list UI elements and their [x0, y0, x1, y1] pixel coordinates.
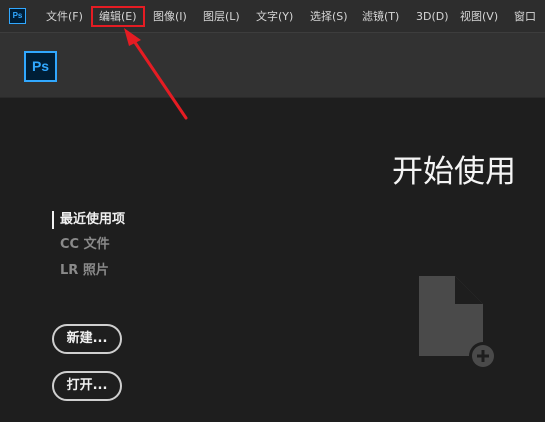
plus-circle-icon — [469, 342, 497, 370]
nav-cc-files[interactable]: CC 文件 — [60, 236, 110, 254]
menu-3d[interactable]: 3D(D) — [416, 8, 449, 25]
active-nav-indicator — [52, 211, 54, 229]
menu-window[interactable]: 窗口 — [514, 8, 536, 25]
menu-filter[interactable]: 滤镜(T) — [362, 8, 399, 25]
nav-recent[interactable]: 最近使用项 — [60, 211, 125, 229]
menu-bar: Ps 文件(F) 编辑(E) 图像(I) 图层(L) 文字(Y) 选择(S) 滤… — [0, 0, 545, 33]
menu-file[interactable]: 文件(F) — [46, 8, 83, 25]
menu-select[interactable]: 选择(S) — [310, 8, 348, 25]
document-shape — [419, 276, 483, 356]
open-button[interactable]: 打开... — [52, 371, 122, 401]
document-fold — [455, 276, 483, 304]
new-document-icon — [419, 276, 497, 370]
page-title: 开始使用 — [392, 154, 516, 190]
menu-type[interactable]: 文字(Y) — [256, 8, 293, 25]
menu-layer[interactable]: 图层(L) — [203, 8, 240, 25]
home-header: Ps — [0, 33, 545, 98]
ps-logo-icon[interactable]: Ps — [24, 51, 57, 82]
menu-image[interactable]: 图像(I) — [153, 8, 187, 25]
menu-view[interactable]: 视图(V) — [460, 8, 498, 25]
new-button[interactable]: 新建... — [52, 324, 122, 354]
menu-edit[interactable]: 编辑(E) — [91, 6, 145, 27]
ps-app-icon[interactable]: Ps — [9, 8, 26, 24]
nav-lr-photos[interactable]: LR 照片 — [60, 262, 109, 280]
